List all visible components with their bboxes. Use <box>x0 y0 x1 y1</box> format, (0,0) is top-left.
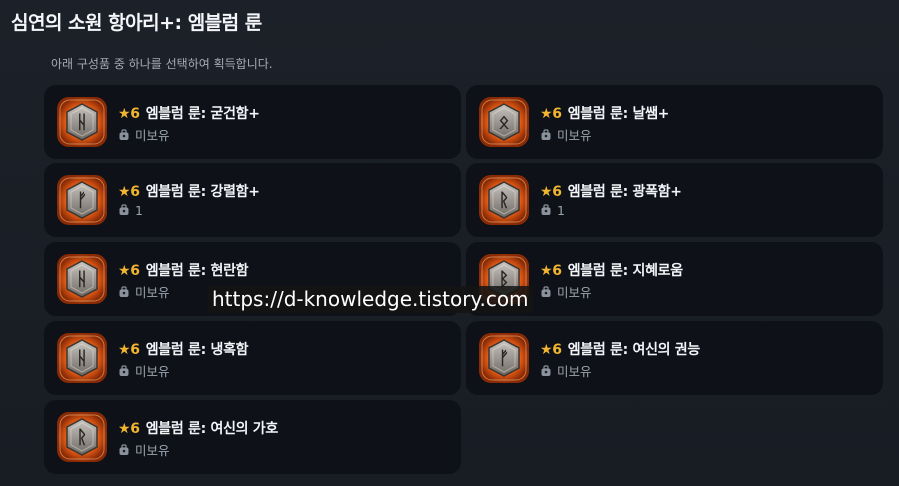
item-card[interactable]: ᚠ ★6 엠블럼 룬: 강렬함+ 1 <box>44 163 461 237</box>
page-title: 심연의 소원 항아리+: 엠블럼 룬 <box>11 12 262 34</box>
owned-status: 미보유 <box>118 125 170 144</box>
owned-status: 미보유 <box>118 282 170 301</box>
rune-emblem-icon: ᚺ <box>56 96 108 148</box>
item-grade: 6 <box>552 263 562 279</box>
item-title: ★6 엠블럼 룬: 현란함 <box>118 260 249 280</box>
item-title: ★6 엠블럼 룬: 광폭함+ <box>540 181 682 201</box>
star-icon: ★ <box>118 184 131 200</box>
item-name: 엠블럼 룬: 냉혹함 <box>145 342 249 358</box>
item-card[interactable]: ᚺ ★6 엠블럼 룬: 냉혹함 미보유 <box>44 321 461 395</box>
rune-glyph: ᚠ <box>499 348 510 369</box>
item-grade: 6 <box>130 184 140 200</box>
owned-status: 미보유 <box>540 282 592 301</box>
item-grade: 6 <box>130 263 140 279</box>
item-name: 엠블럼 룬: 굳건함+ <box>145 106 260 122</box>
rune-glyph: ᛟ <box>499 112 510 133</box>
item-card[interactable]: ᚱ ★6 엠블럼 룬: 여신의 가호 미보유 <box>44 400 461 474</box>
watermark-text: https://d-knowledge.tistory.com <box>208 286 533 313</box>
rune-emblem-icon: ᚺ <box>56 253 108 305</box>
item-title: ★6 엠블럼 룬: 지혜로움 <box>540 260 683 280</box>
rune-emblem-icon: ᚠ <box>478 332 530 384</box>
rune-emblem-icon: ᚺ <box>56 332 108 384</box>
owned-count: 미보유 <box>135 364 170 379</box>
inventory-bag-icon <box>118 286 130 298</box>
owned-count: 미보유 <box>557 285 592 300</box>
star-icon: ★ <box>118 106 131 122</box>
rune-glyph: ᚱ <box>77 427 88 448</box>
owned-count: 미보유 <box>557 128 592 143</box>
item-grade: 6 <box>552 106 562 122</box>
inventory-bag-icon <box>540 204 552 216</box>
rune-glyph: ᚺ <box>77 269 88 290</box>
item-title: ★6 엠블럼 룬: 여신의 가호 <box>118 418 278 438</box>
star-icon: ★ <box>540 106 553 122</box>
rune-glyph: ᚠ <box>77 190 88 211</box>
star-icon: ★ <box>540 342 553 358</box>
rune-glyph: ᚺ <box>77 112 88 133</box>
rune-glyph: ᚺ <box>77 348 88 369</box>
item-title: ★6 엠블럼 룬: 굳건함+ <box>118 103 260 123</box>
item-card[interactable]: ᛟ ★6 엠블럼 룬: 날쌤+ 미보유 <box>466 85 883 159</box>
star-icon: ★ <box>118 342 131 358</box>
owned-status: 1 <box>118 203 143 218</box>
inventory-bag-icon <box>118 365 130 377</box>
owned-count: 미보유 <box>135 128 170 143</box>
page-subtitle: 아래 구성품 중 하나를 선택하여 획득합니다. <box>51 57 273 71</box>
owned-status: 1 <box>540 203 565 218</box>
item-name: 엠블럼 룬: 광폭함+ <box>567 184 682 200</box>
item-grade: 6 <box>552 184 562 200</box>
item-grade: 6 <box>130 342 140 358</box>
star-icon: ★ <box>118 263 131 279</box>
owned-count: 미보유 <box>557 364 592 379</box>
item-name: 엠블럼 룬: 강렬함+ <box>145 184 260 200</box>
rune-emblem-icon: ᚠ <box>56 174 108 226</box>
owned-status: 미보유 <box>118 440 170 459</box>
owned-count: 미보유 <box>135 443 170 458</box>
item-grade: 6 <box>552 342 562 358</box>
owned-status: 미보유 <box>118 361 170 380</box>
item-name: 엠블럼 룬: 여신의 가호 <box>145 421 279 437</box>
item-grade: 6 <box>130 106 140 122</box>
item-name: 엠블럼 룬: 현란함 <box>145 263 249 279</box>
item-card[interactable]: ᚱ ★6 엠블럼 룬: 광폭함+ 1 <box>466 163 883 237</box>
item-grade: 6 <box>130 421 140 437</box>
inventory-bag-icon <box>540 129 552 141</box>
rune-emblem-icon: ᛟ <box>478 96 530 148</box>
item-name: 엠블럼 룬: 여신의 권능 <box>567 342 701 358</box>
item-title: ★6 엠블럼 룬: 날쌤+ <box>540 103 669 123</box>
star-icon: ★ <box>540 263 553 279</box>
rune-glyph: ᚱ <box>499 190 510 211</box>
inventory-bag-icon <box>118 444 130 456</box>
item-title: ★6 엠블럼 룬: 강렬함+ <box>118 181 260 201</box>
owned-count: 1 <box>557 203 565 218</box>
star-icon: ★ <box>118 421 131 437</box>
item-title: ★6 엠블럼 룬: 냉혹함 <box>118 339 249 359</box>
inventory-bag-icon <box>118 129 130 141</box>
item-title: ★6 엠블럼 룬: 여신의 권능 <box>540 339 700 359</box>
item-card[interactable]: ᚺ ★6 엠블럼 룬: 굳건함+ 미보유 <box>44 85 461 159</box>
owned-status: 미보유 <box>540 125 592 144</box>
owned-count: 미보유 <box>135 285 170 300</box>
inventory-bag-icon <box>118 204 130 216</box>
item-name: 엠블럼 룬: 날쌤+ <box>567 106 670 122</box>
item-name: 엠블럼 룬: 지혜로움 <box>567 263 683 279</box>
owned-status: 미보유 <box>540 361 592 380</box>
inventory-bag-icon <box>540 365 552 377</box>
rune-emblem-icon: ᚱ <box>478 174 530 226</box>
star-icon: ★ <box>540 184 553 200</box>
rune-emblem-icon: ᚱ <box>56 411 108 463</box>
item-card[interactable]: ᚠ ★6 엠블럼 룬: 여신의 권능 미보유 <box>466 321 883 395</box>
inventory-bag-icon <box>540 286 552 298</box>
owned-count: 1 <box>135 203 143 218</box>
